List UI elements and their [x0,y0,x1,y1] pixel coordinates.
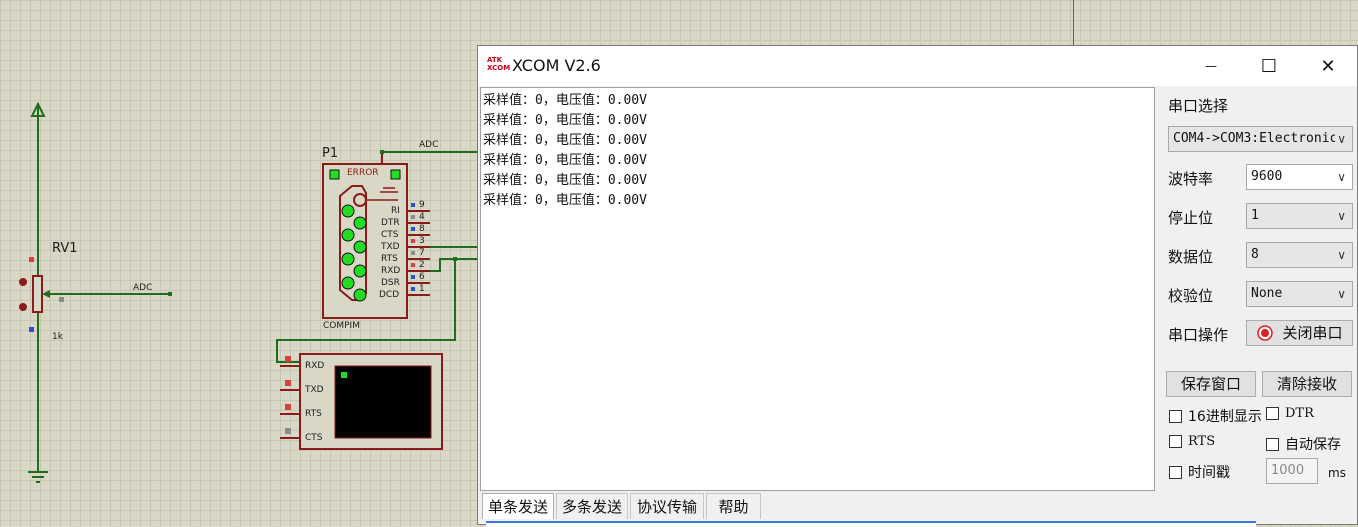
rv1-label: RV1 [52,241,78,256]
minimize-button[interactable]: — [1188,46,1234,86]
p1-pin-cts: CTS [381,230,399,240]
maximize-button[interactable]: ☐ [1246,46,1292,86]
receive-line: 采样值：0，电压值：0.00V [483,153,647,168]
chevron-down-icon: ∨ [1337,170,1346,184]
checkbox-box[interactable] [1169,435,1182,448]
p1-pin-num-9: 9 [419,200,425,210]
p1-pin-num-6: 6 [419,272,425,282]
port-select-label: 串口选择 [1168,97,1229,115]
baud-select[interactable]: 9600 ∨ [1246,164,1353,190]
receive-line: 采样值：0，电压值：0.00V [483,113,647,128]
p1-error-text: ERROR [347,168,379,178]
rts-checkbox[interactable]: RTS [1169,434,1215,449]
p1-pin-rts: RTS [381,254,398,264]
adc-net-label-p1: ADC [419,140,439,150]
adc-net-label-rv1: ADC [133,283,153,293]
port-status-icon [1257,325,1274,341]
databit-select[interactable]: 8 ∨ [1246,242,1353,268]
timestamp-unit: ms [1328,466,1346,480]
p1-pin-num-4: 4 [419,212,425,222]
terminal-pin-cts: CTS [305,433,323,443]
tab-help[interactable]: 帮助 [706,493,761,519]
receive-line: 采样值：0，电压值：0.00V [483,173,647,188]
baud-label: 波特率 [1168,170,1214,188]
terminal-pin-rxd: RXD [305,361,325,371]
rv1-value: 1k [52,332,63,342]
p1-pin-dsr: DSR [381,278,400,288]
chevron-down-icon: ∨ [1337,248,1346,262]
p1-pin-ri: RI [391,206,400,216]
chevron-down-icon: ∨ [1335,127,1346,151]
hex-display-checkbox[interactable]: 16进制显示 [1169,406,1262,426]
chevron-down-icon: ∨ [1337,209,1346,223]
p1-pin-num-2: 2 [419,260,425,270]
receive-line: 采样值：0，电压值：0.00V [483,93,647,108]
clear-receive-button[interactable]: 清除接收 [1262,371,1352,397]
schematic-blue-line [1073,0,1074,45]
tab-multi-send[interactable]: 多条发送 [556,493,628,519]
receive-area[interactable]: 采样值：0，电压值：0.00V 采样值：0，电压值：0.00V 采样值：0，电压… [480,87,1155,491]
timestamp-checkbox[interactable]: 时间戳 [1169,462,1230,482]
p1-label: P1 [322,146,339,161]
xcom-window[interactable]: ATK XCOM XCOM V2.6 — ☐ ✕ 采样值：0，电压值：0.00V … [477,45,1358,527]
dtr-checkbox[interactable]: DTR [1266,406,1314,421]
tab-single-send[interactable]: 单条发送 [482,493,554,519]
stopbit-label: 停止位 [1168,209,1214,227]
port-op-label: 串口操作 [1168,326,1229,344]
p1-pin-txd: TXD [381,242,400,252]
chevron-down-icon: ∨ [1337,287,1346,301]
xcom-logo-icon: ATK XCOM [487,56,511,72]
receive-line: 采样值：0，电压值：0.00V [483,193,647,208]
p1-pin-rxd: RXD [381,266,401,276]
parity-label: 校验位 [1168,287,1214,305]
databit-label: 数据位 [1168,248,1214,266]
terminal-pin-rts: RTS [305,409,322,419]
terminal-pin-txd: TXD [305,385,324,395]
p1-pin-num-8: 8 [419,224,425,234]
p1-pin-num-3: 3 [419,236,425,246]
schematic-canvas[interactable] [0,0,480,525]
p1-pin-num-7: 7 [419,248,425,258]
checkbox-box[interactable] [1169,409,1182,423]
close-button[interactable]: ✕ [1305,46,1351,86]
p1-pin-dtr: DTR [381,218,400,228]
parity-select[interactable]: None ∨ [1246,281,1353,307]
port-select[interactable]: COM4->COM3:Electronic ∨ [1168,126,1353,152]
auto-save-checkbox[interactable]: 自动保存 [1266,434,1341,454]
p1-pin-num-1: 1 [419,284,425,294]
checkbox-box[interactable] [1266,407,1279,420]
save-window-button[interactable]: 保存窗口 [1166,371,1256,397]
p1-part-name: COMPIM [323,321,360,331]
timestamp-interval-input[interactable]: 1000 [1266,458,1318,484]
window-title: XCOM V2.6 [512,56,601,75]
checkbox-box[interactable] [1266,437,1279,451]
close-port-button[interactable]: 关闭串口 [1246,320,1353,346]
send-area-edge[interactable] [486,521,1256,527]
tab-protocol[interactable]: 协议传输 [630,493,704,519]
p1-pin-dcd: DCD [379,290,400,300]
stopbit-select[interactable]: 1 ∨ [1246,203,1353,229]
checkbox-box[interactable] [1169,465,1182,479]
title-bar[interactable]: ATK XCOM XCOM V2.6 — ☐ ✕ [478,46,1357,86]
receive-line: 采样值：0，电压值：0.00V [483,133,647,148]
